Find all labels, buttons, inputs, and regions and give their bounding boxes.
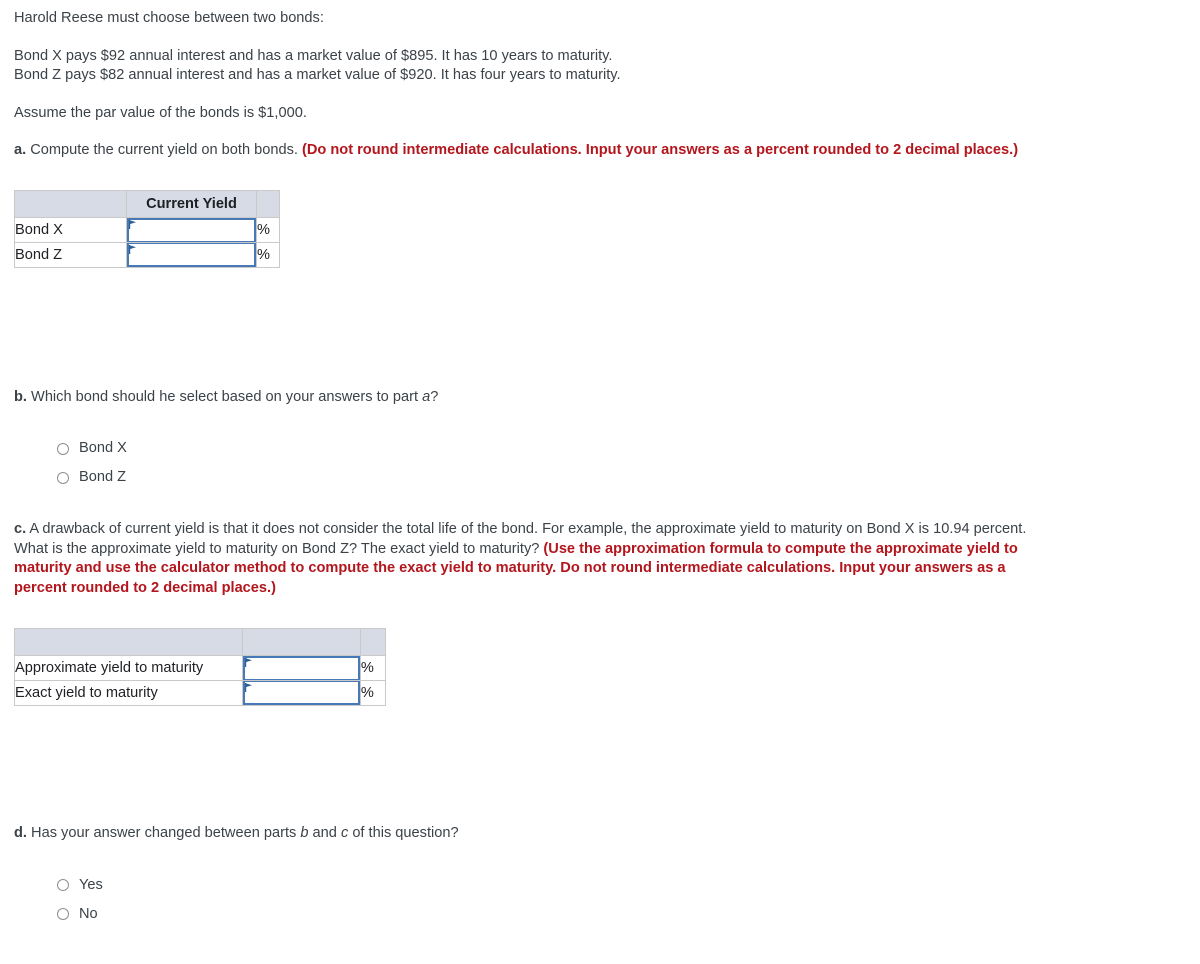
- yield-to-maturity-table-body: Approximate yield to maturity % Exact yi…: [14, 655, 387, 706]
- radio-option-no[interactable]: No: [57, 900, 1200, 929]
- current-yield-table-head: Current Yield: [14, 189, 280, 218]
- yield-to-maturity-table-head: [14, 628, 387, 656]
- unit-approximate-ytm: %: [359, 655, 387, 681]
- part-d-marker: d.: [14, 825, 27, 841]
- par-value-note: Assume the par value of the bonds is $1,…: [14, 104, 307, 121]
- current-yield-bond-z-cell[interactable]: [126, 241, 257, 268]
- table-row: Approximate yield to maturity %: [14, 655, 387, 681]
- header-cell-blank-left: [14, 189, 127, 218]
- part-d-question: d. Has your answer changed between parts…: [14, 824, 1200, 844]
- part-c-question: c. A drawback of current yield is that i…: [14, 520, 1036, 598]
- exact-ytm-input[interactable]: [242, 681, 360, 705]
- radio-label-bond-z: Bond Z: [79, 469, 127, 486]
- intro-line-1: Harold Reese must choose between two bon…: [14, 10, 324, 26]
- exact-ytm-cell[interactable]: [241, 680, 361, 706]
- unit-bond-x: %: [256, 216, 280, 243]
- radio-button-icon[interactable]: [57, 471, 69, 484]
- part-b-prompt: Which bond should he select based on you…: [26, 388, 423, 405]
- header-cell-blank-left: [14, 628, 243, 656]
- part-a-question: a. Compute the current yield on both bon…: [14, 141, 1054, 161]
- current-yield-table: Current Yield Bond X % Bond Z %: [14, 189, 280, 268]
- header-cell-blank-right: [256, 189, 280, 218]
- unit-exact-ytm: %: [359, 680, 387, 706]
- header-cell-current-yield: Current Yield: [126, 189, 257, 218]
- row-label-bond-x: Bond X: [14, 216, 127, 243]
- part-b-marker: b.: [14, 388, 27, 405]
- part-d-radio-group: Yes No: [57, 871, 1200, 929]
- radio-option-yes[interactable]: Yes: [57, 871, 1200, 900]
- approximate-ytm-cell[interactable]: [241, 655, 361, 681]
- row-label-bond-z: Bond Z: [14, 241, 127, 268]
- table-header-row: Current Yield: [14, 189, 280, 218]
- part-b-question: b. Which bond should he select based on …: [14, 388, 1200, 408]
- radio-button-icon[interactable]: [57, 908, 69, 920]
- radio-button-icon[interactable]: [57, 879, 69, 891]
- part-d-prompt-italic-b: b: [300, 825, 309, 841]
- row-label-approximate-ytm: Approximate yield to maturity: [14, 655, 243, 681]
- row-label-exact-ytm: Exact yield to maturity: [14, 680, 243, 706]
- part-a-marker: a.: [14, 142, 27, 158]
- table-row: Bond Z %: [14, 241, 280, 268]
- radio-option-bond-x[interactable]: Bond X: [57, 434, 1200, 463]
- part-d-prompt-end: of this question?: [348, 825, 459, 841]
- current-yield-bond-z-input[interactable]: [127, 242, 256, 267]
- bond-x-description: Bond X pays $92 annual interest and has …: [14, 47, 613, 64]
- yield-to-maturity-table: Approximate yield to maturity % Exact yi…: [14, 628, 387, 706]
- unit-bond-z: %: [256, 241, 280, 268]
- part-c-marker: c.: [14, 521, 27, 537]
- question-page: Harold Reese must choose between two bon…: [0, 0, 1200, 929]
- radio-label-bond-x: Bond X: [79, 440, 127, 457]
- bond-z-description: Bond Z pays $82 annual interest and has …: [14, 67, 621, 83]
- table-row: Exact yield to maturity %: [14, 680, 387, 706]
- header-cell-blank-right: [359, 628, 387, 656]
- approximate-ytm-input[interactable]: [242, 656, 360, 680]
- radio-label-yes: Yes: [79, 876, 103, 893]
- table-row: Bond X %: [14, 216, 280, 243]
- part-a-prompt: Compute the current yield on both bonds.: [26, 142, 302, 158]
- part-d-prompt: Has your answer changed between parts: [26, 825, 301, 841]
- part-a-instruction: (Do not round intermediate calculations.…: [302, 142, 1019, 158]
- part-d-prompt-mid: and: [308, 825, 341, 841]
- current-yield-bond-x-input[interactable]: [127, 217, 256, 242]
- header-cell-blank-mid: [241, 628, 361, 656]
- table-header-row: [14, 628, 387, 656]
- part-b-prompt-end: ?: [430, 388, 439, 405]
- current-yield-bond-x-cell[interactable]: [126, 216, 257, 243]
- part-b-radio-group: Bond X Bond Z: [57, 434, 1200, 492]
- radio-option-bond-z[interactable]: Bond Z: [57, 463, 1200, 492]
- radio-label-no: No: [79, 905, 98, 922]
- radio-button-icon[interactable]: [57, 442, 69, 455]
- part-b-prompt-italic: a: [422, 388, 431, 405]
- current-yield-table-body: Bond X % Bond Z %: [14, 216, 280, 268]
